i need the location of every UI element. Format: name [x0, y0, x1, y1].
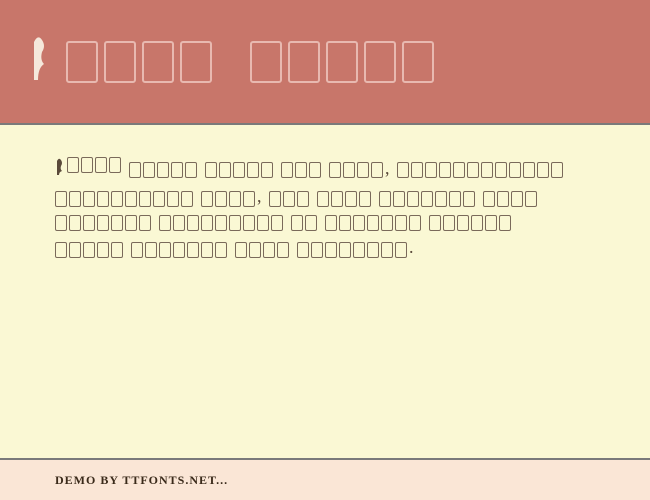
footer-text: DEMO BY TTFONTS.NET... [55, 473, 228, 488]
content-area: ,,. [0, 125, 650, 460]
footer: DEMO BY TTFONTS.NET... [0, 460, 650, 500]
body-paragraph: ,,. [55, 155, 595, 261]
flame-glyph-icon [30, 32, 56, 92]
header-banner [0, 0, 650, 125]
title-word-2 [250, 41, 434, 83]
page-title [30, 32, 434, 92]
title-word-1 [66, 41, 212, 83]
